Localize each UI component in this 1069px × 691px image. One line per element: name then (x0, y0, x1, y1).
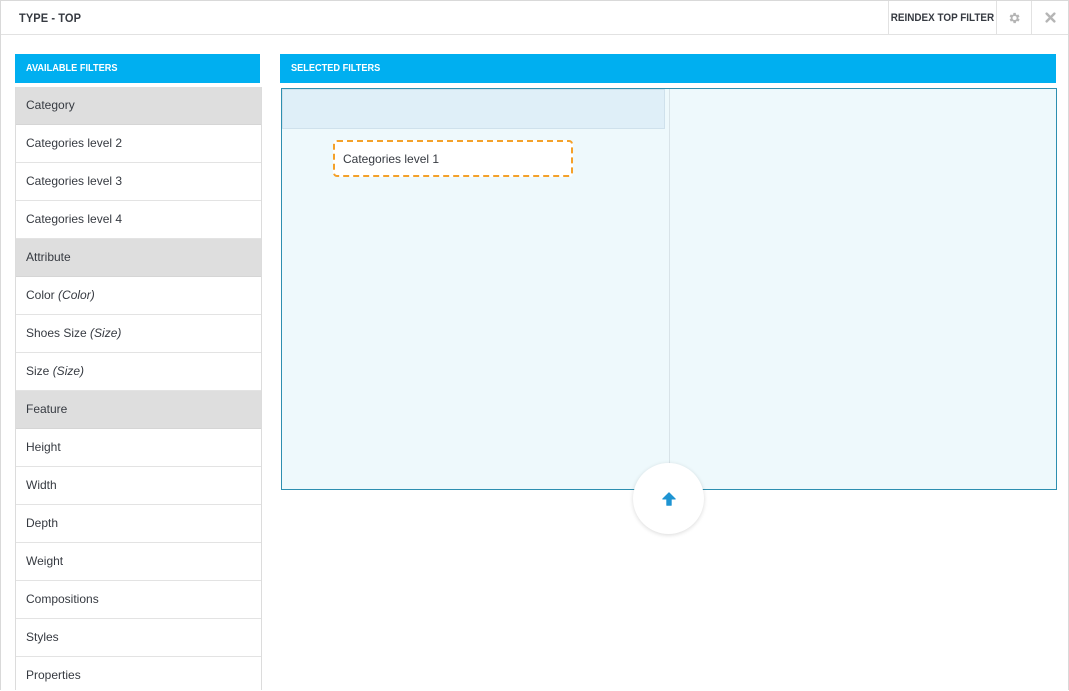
available-filters-list: Category Categories level 2 Categories lev… (15, 87, 262, 690)
filter-group-header: Attribute (16, 239, 261, 277)
gear-icon (1009, 12, 1020, 23)
filter-label: Properties (26, 668, 81, 682)
filter-list-item[interactable]: Width (16, 467, 261, 505)
filter-config-window: TYPE - TOP REINDEX TOP FILTER AVAILABLE … (0, 0, 1069, 690)
filter-label: Categories level 4 (26, 212, 123, 226)
filter-list-item[interactable]: Compositions (16, 581, 261, 619)
selected-filters-title: SELECTED FILTERS (291, 63, 381, 74)
available-filters-header: AVAILABLE FILTERS (15, 54, 260, 83)
filter-list-item[interactable]: Depth (16, 505, 261, 543)
window-title: TYPE - TOP (19, 11, 82, 25)
filter-group-header: Category (16, 87, 261, 125)
window-header: TYPE - TOP REINDEX TOP FILTER (1, 1, 1068, 35)
reindex-button-label: REINDEX TOP FILTER (890, 11, 995, 24)
filter-list-item[interactable]: Shoes Size (Size) (16, 315, 261, 353)
move-up-button[interactable] (633, 463, 704, 534)
arrow-up-icon (661, 491, 676, 506)
filter-list-item[interactable]: Size (Size) (16, 353, 261, 391)
filter-type-suffix: (Size) (52, 364, 85, 378)
filter-label: Color (26, 288, 55, 302)
close-button[interactable] (1031, 1, 1068, 34)
selected-filters-drop-zone[interactable]: Categories level 1 (281, 88, 1057, 490)
filter-label: Shoes Size (26, 326, 87, 340)
filter-label: Categories level 3 (26, 174, 123, 188)
filter-label: Width (26, 478, 57, 492)
filter-group-header: Feature (16, 391, 261, 429)
filter-type-suffix: (Color) (58, 288, 95, 302)
filter-label: Weight (26, 554, 64, 568)
column-drop-header (282, 89, 665, 129)
filter-label: Categories level 2 (26, 136, 123, 150)
selected-filters-column-left[interactable]: Categories level 1 (282, 89, 670, 489)
filter-list-item[interactable]: Color (Color) (16, 277, 261, 315)
dragged-filter-placeholder[interactable]: Categories level 1 (333, 140, 573, 177)
filter-label: Size (26, 364, 50, 378)
filter-list-item[interactable]: Height (16, 429, 261, 467)
filter-list-item[interactable]: Properties (16, 657, 261, 690)
filter-label: Styles (26, 630, 59, 644)
filter-label: Category (26, 98, 75, 112)
filter-label: Attribute (26, 250, 71, 264)
filter-label: Compositions (26, 592, 99, 606)
selected-filters-column-right[interactable] (671, 89, 1056, 489)
filter-label: Height (26, 440, 61, 454)
filter-list-item[interactable]: Categories level 3 (16, 163, 261, 201)
available-filters-title: AVAILABLE FILTERS (26, 63, 118, 74)
filter-label: Depth (26, 516, 59, 530)
settings-button[interactable] (996, 1, 1031, 34)
filter-list-item[interactable]: Categories level 4 (16, 201, 261, 239)
selected-filters-header: SELECTED FILTERS (280, 54, 1056, 83)
filter-list-item[interactable]: Styles (16, 619, 261, 657)
filter-list-item[interactable]: Weight (16, 543, 261, 581)
reindex-top-filter-button[interactable]: REINDEX TOP FILTER (888, 1, 996, 34)
filter-type-suffix: (Size) (90, 326, 122, 340)
filter-label: Feature (26, 402, 68, 416)
filter-list-item[interactable]: Categories level 2 (16, 125, 261, 163)
close-icon (1045, 12, 1056, 23)
